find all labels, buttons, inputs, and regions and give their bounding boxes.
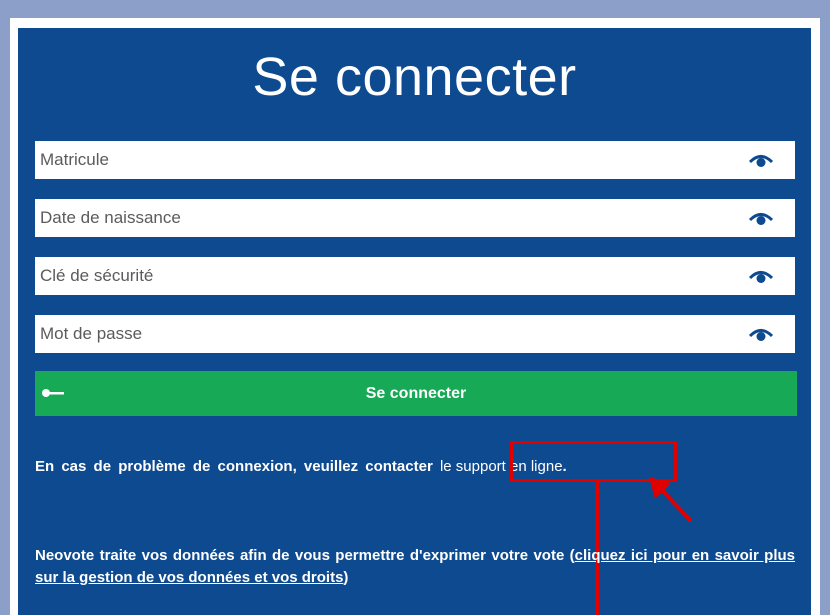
matricule-field-container [35,141,795,179]
connection-help-text: En cas de problème de connexion, veuille… [35,458,567,475]
privacy-text: Neovote traite vos données afin de vous … [35,547,575,564]
password-input[interactable] [35,315,725,353]
key-icon [42,389,64,397]
help-text: En cas de problème de connexion, veuille… [35,458,433,475]
annotation-arrow-icon [649,477,693,523]
eye-icon[interactable] [749,268,773,284]
login-button-label: Se connecter [365,384,467,402]
security-key-input[interactable] [35,257,725,295]
password-field-container [35,315,795,353]
login-panel: Se connecter Se connecte [18,28,811,615]
eye-icon[interactable] [749,326,773,342]
page-title: Se connecter [252,47,577,107]
security-key-field-container [35,257,795,295]
birthdate-field-container [35,199,795,237]
birthdate-input[interactable] [35,199,725,237]
privacy-suffix: ) [343,569,349,586]
login-button[interactable]: Se connecter [35,371,797,416]
eye-icon[interactable] [749,152,773,168]
eye-icon[interactable] [749,210,773,226]
matricule-input[interactable] [35,141,725,179]
privacy-notice: Neovote traite vos données afin de vous … [35,545,795,589]
